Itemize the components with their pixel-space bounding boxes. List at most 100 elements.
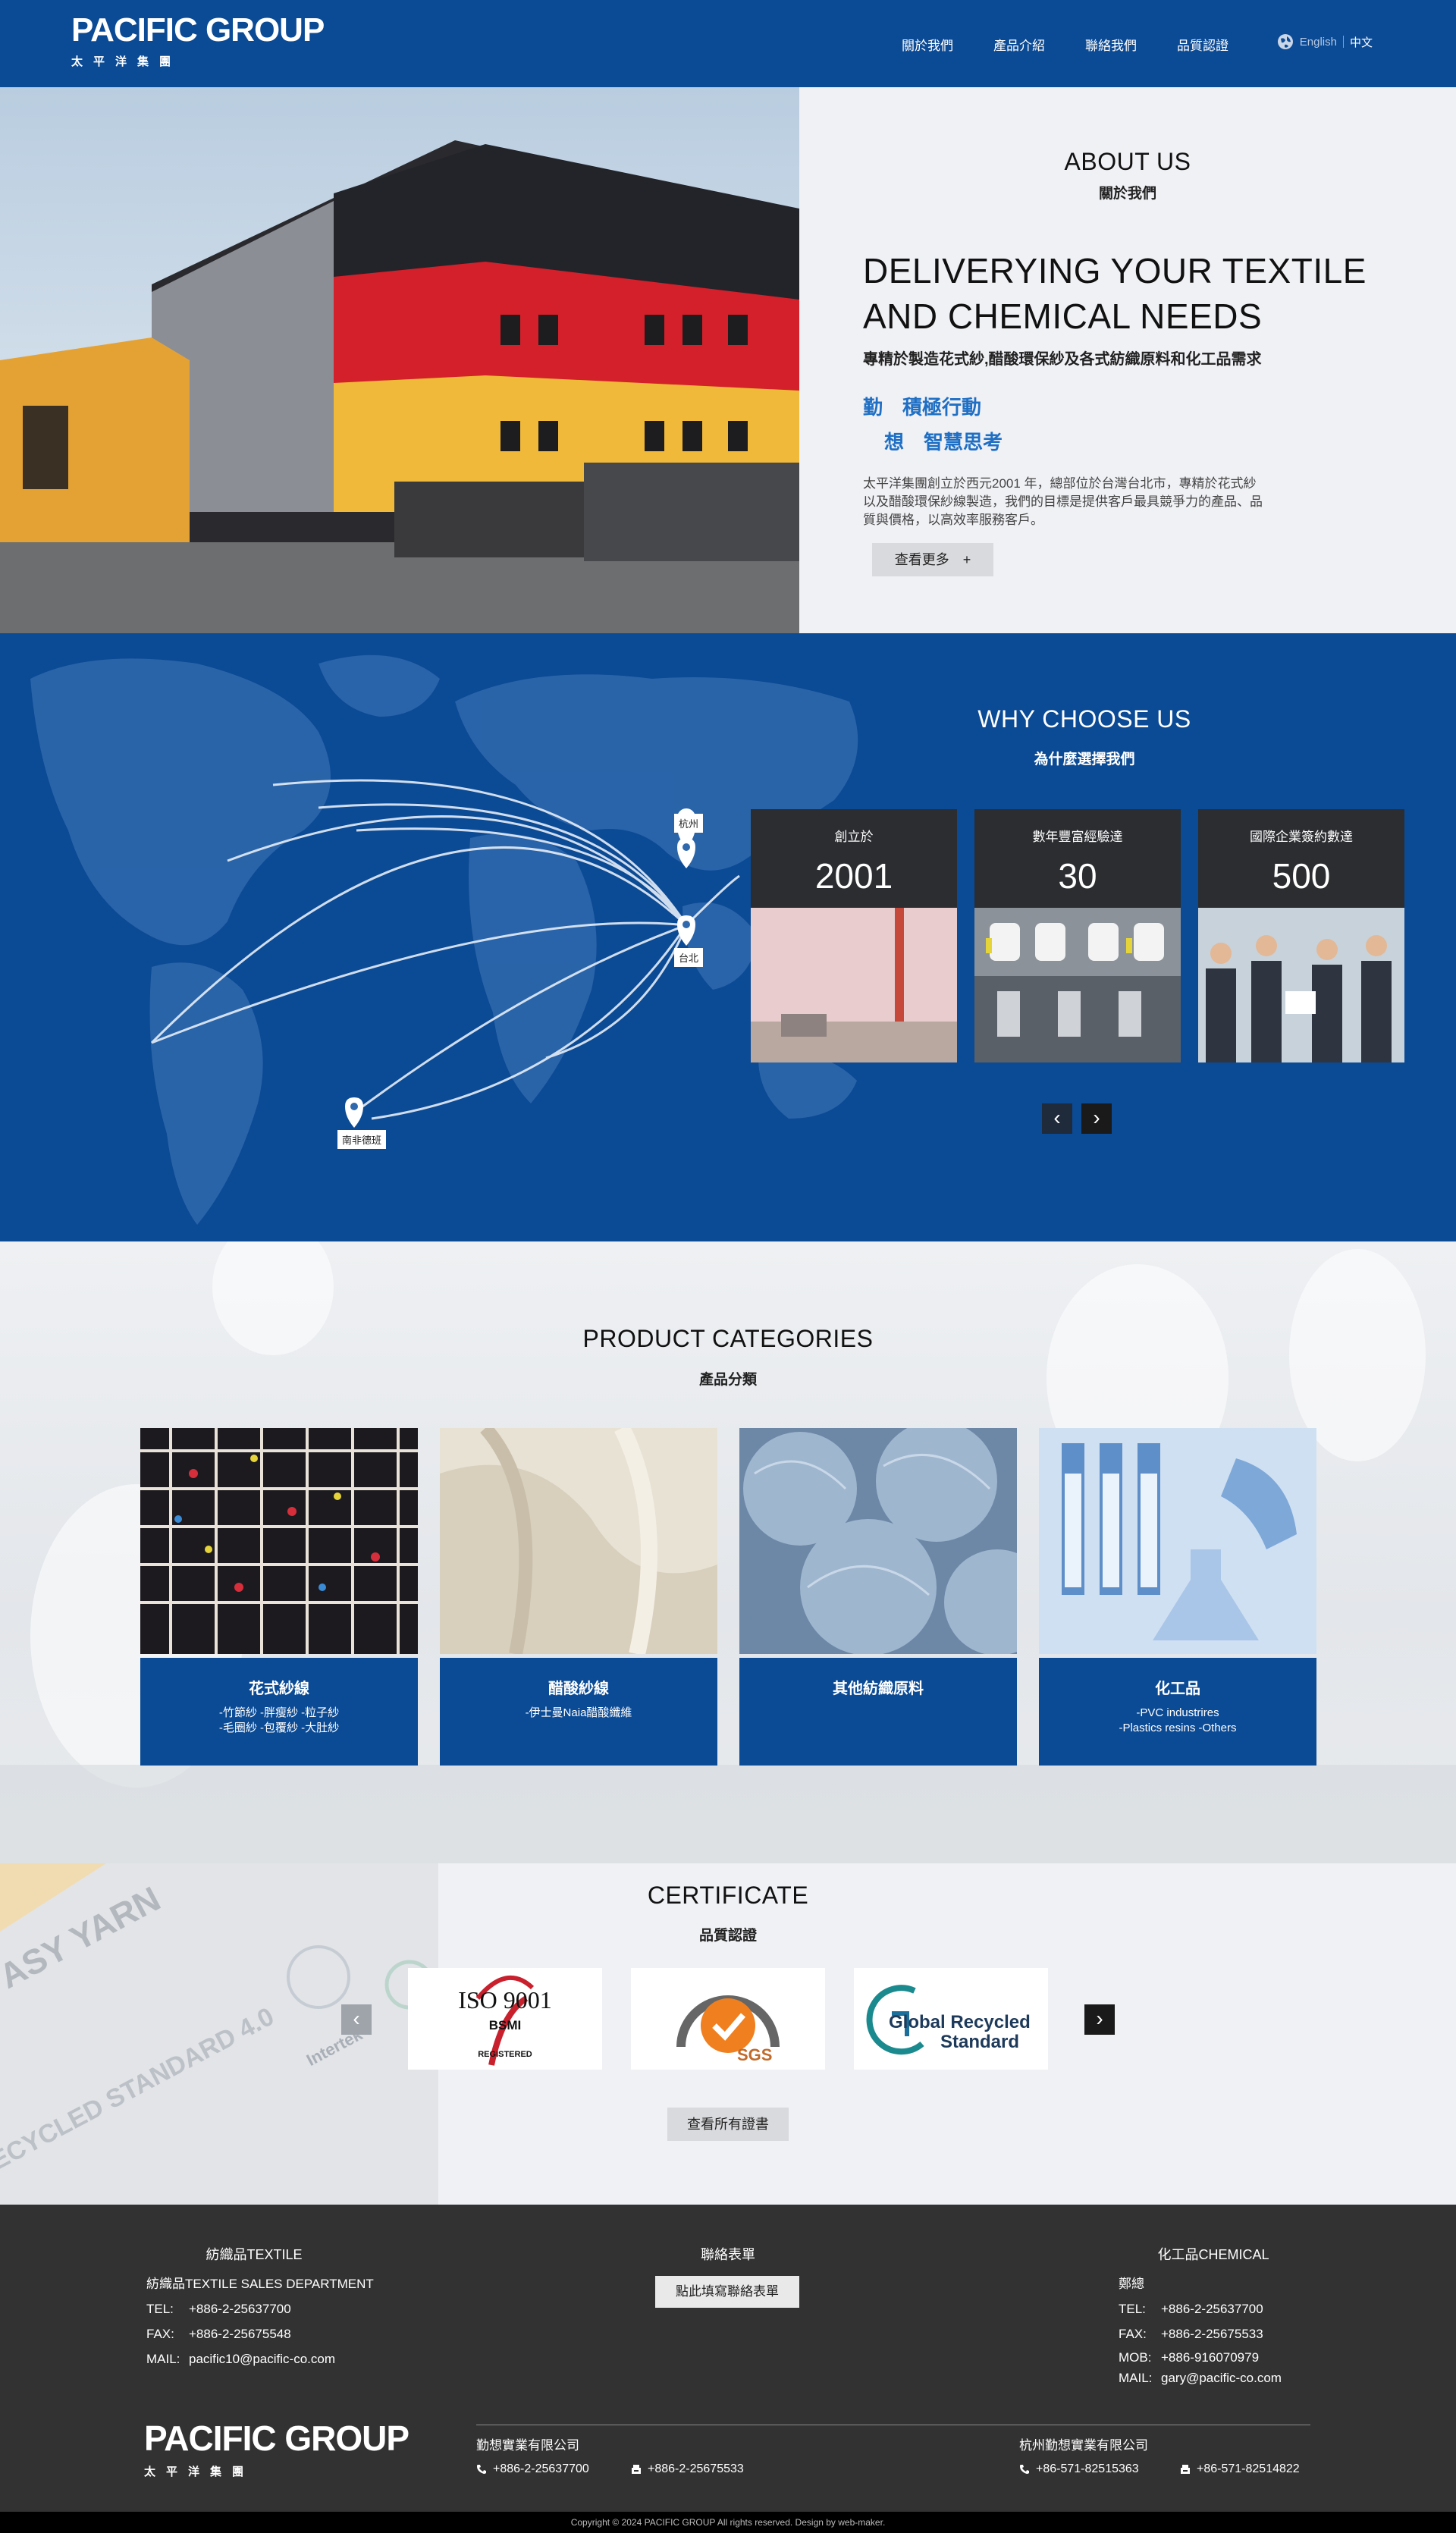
product-card-acetate-yarn[interactable]: 醋酸紗線 -伊士曼Naia醋酸纖維 xyxy=(440,1423,717,1766)
product-categories-section: PRODUCT CATEGORIES 產品分類 花式紗線 -竹節紗 -胖瘦紗 -… xyxy=(0,1241,1456,1863)
certificate-next-button[interactable]: › xyxy=(1084,2004,1115,2035)
company-2-phone[interactable]: +86-571-82515363 xyxy=(1036,2462,1139,2476)
product-desc: -竹節紗 -胖瘦紗 -粒子紗 -毛圈紗 -包覆紗 -大肚紗 xyxy=(140,1706,418,1736)
certificate-iso9001[interactable]: ISO 9001 BSMI REGISTERED xyxy=(408,1968,602,2070)
stat-card-experience: 數年豐富經驗達 30 xyxy=(974,809,1181,1062)
tel-key: TEL: xyxy=(1119,2302,1146,2316)
certificate-sgs[interactable]: SGS xyxy=(631,1968,825,2070)
grs-text-line-2: Standard xyxy=(940,2032,1020,2052)
main-nav: 關於我們 產品介紹 聯絡我們 品質認證 xyxy=(902,35,1228,54)
site-logo[interactable]: PACIFIC GROUP 太平洋集團 xyxy=(71,11,325,69)
lang-chinese[interactable]: 中文 xyxy=(1350,34,1373,50)
footer-logo[interactable]: PACIFIC GROUP 太平洋集團 xyxy=(144,2418,410,2479)
product-card-body: 花式紗線 -竹節紗 -胖瘦紗 -粒子紗 -毛圈紗 -包覆紗 -大肚紗 xyxy=(140,1658,418,1766)
acetate-fabric-image xyxy=(440,1423,717,1656)
stat-card-founded: 創立於 2001 xyxy=(751,809,957,1062)
company-1-fax-row: +886-2-25675533 xyxy=(631,2462,744,2476)
fax-key: FAX: xyxy=(1119,2327,1147,2341)
why-choose-us-section: 杭州 台北 南非德班 WHY CHOOSE US 為什麼選擇我們 創立於 200… xyxy=(0,633,1456,1241)
slogan-line-1: 勤 積極行動 xyxy=(863,396,982,419)
nav-item-about[interactable]: 關於我們 xyxy=(902,35,953,54)
business-team-photo xyxy=(1198,908,1404,1062)
certificate-background-image: ASY YARN RECYCLED STANDARD 4.0 Intertek xyxy=(0,1863,438,2205)
why-prev-button[interactable]: ‹ xyxy=(1042,1103,1072,1134)
footer-textile-info: 紡織品TEXTILE SALES DEPARTMENT TEL: +886-2-2… xyxy=(146,2271,374,2371)
company-2-phone-row: +86-571-82515363 xyxy=(1019,2462,1139,2476)
hero-factory-image xyxy=(0,87,799,633)
logo-text-en: PACIFIC GROUP xyxy=(71,11,325,49)
stat-value: 500 xyxy=(1272,856,1331,896)
product-desc-line-1: -竹節紗 -胖瘦紗 -粒子紗 xyxy=(218,1706,340,1719)
chemical-contact-name: 鄭總 xyxy=(1119,2277,1144,2291)
view-all-certificates-button[interactable]: 查看所有證書 xyxy=(667,2108,789,2141)
nav-item-products[interactable]: 產品介紹 xyxy=(993,35,1045,54)
nav-item-certificate[interactable]: 品質認證 xyxy=(1177,35,1228,54)
chemical-tel[interactable]: +886-2-25637700 xyxy=(1161,2302,1263,2316)
lang-divider xyxy=(1342,36,1344,48)
company-2-name: 杭州勤想實業有限公司 xyxy=(1019,2438,1148,2453)
company-1-phone[interactable]: +886-2-25637700 xyxy=(493,2462,589,2476)
product-name: 其他紡織原料 xyxy=(833,1681,924,1697)
sgs-logo xyxy=(676,1995,780,2053)
about-panel: ABOUT US 關於我們 DELIVERYING YOUR TEXTILE A… xyxy=(799,87,1456,633)
chemical-mail-row: MAIL: gary@pacific-co.com xyxy=(1119,2369,1282,2387)
bsmi-text: BSMI xyxy=(488,2018,522,2032)
footer-textile-title: 紡織品TEXTILE xyxy=(206,2247,303,2262)
product-desc: -伊士曼Naia醋酸纖維 xyxy=(440,1706,717,1721)
product-name: 花式紗線 xyxy=(249,1681,309,1697)
fax-key: FAX: xyxy=(146,2327,174,2341)
stat-label: 創立於 xyxy=(834,830,874,844)
product-desc: -PVC industrires -Plastics resins -Other… xyxy=(1039,1706,1316,1736)
why-next-button[interactable]: › xyxy=(1081,1103,1112,1134)
phone-icon xyxy=(477,2465,486,2474)
chemical-tel-row: TEL: +886-2-25637700 xyxy=(1119,2296,1282,2321)
product-card-chemicals[interactable]: 化工品 -PVC industrires -Plastics resins -O… xyxy=(1039,1428,1316,1766)
logo-text-cn: 太平洋集團 xyxy=(71,55,182,68)
about-headline: DELIVERYING YOUR TEXTILE AND CHEMICAL NE… xyxy=(863,248,1456,339)
fax-icon xyxy=(632,2465,641,2474)
textile-mail[interactable]: pacific10@pacific-co.com xyxy=(189,2352,335,2366)
footer-logo-text-cn: 太平洋集團 xyxy=(144,2466,255,2478)
textile-tel[interactable]: +886-2-25637700 xyxy=(189,2302,291,2316)
contact-form-button[interactable]: 點此填寫聯絡表單 xyxy=(655,2276,799,2308)
nav-item-contact[interactable]: 聯絡我們 xyxy=(1085,35,1137,54)
language-switcher: English 中文 xyxy=(1277,33,1373,50)
why-title: WHY CHOOSE US xyxy=(977,705,1191,733)
site-footer: 紡織品TEXTILE 紡織品TEXTILE SALES DEPARTMENT T… xyxy=(0,2205,1456,2512)
chemical-fax: +886-2-25675533 xyxy=(1161,2327,1263,2341)
certificate-title: CERTIFICATE xyxy=(647,1882,809,1909)
certificate-prev-button[interactable]: ‹ xyxy=(341,2004,372,2035)
spinning-machine-photo xyxy=(974,908,1181,1062)
pin-label-taipei: 台北 xyxy=(674,948,704,967)
stat-value: 2001 xyxy=(814,856,893,896)
mail-key: MAIL: xyxy=(1119,2371,1153,2385)
company-1-fax: +886-2-25675533 xyxy=(648,2462,744,2475)
footer-logo-text-en: PACIFIC GROUP xyxy=(144,2418,410,2458)
company-2-fax-row: +86-571-82514822 xyxy=(1180,2462,1300,2476)
certificate-grs[interactable]: Global Recycled Standard xyxy=(854,1968,1048,2070)
stat-label: 國際企業簽約數達 xyxy=(1250,830,1353,844)
product-card-other-textiles[interactable]: 其他紡織原料 xyxy=(739,1420,1050,1766)
chemical-mail[interactable]: gary@pacific-co.com xyxy=(1161,2371,1282,2385)
pin-label-durban: 南非德班 xyxy=(337,1130,387,1149)
lab-glassware-image xyxy=(1039,1428,1316,1654)
certificate-section: ASY YARN RECYCLED STANDARD 4.0 Intertek … xyxy=(0,1863,1456,2205)
mail-key: MAIL: xyxy=(146,2352,180,2366)
company-1-name: 勤想實業有限公司 xyxy=(476,2438,579,2453)
product-card-fancy-yarn[interactable]: 花式紗線 -竹節紗 -胖瘦紗 -粒子紗 -毛圈紗 -包覆紗 -大肚紗 xyxy=(140,1428,418,1766)
chemical-mob[interactable]: +886-916070979 xyxy=(1161,2350,1259,2365)
phone-icon xyxy=(1020,2465,1029,2474)
about-headline-line-1: DELIVERYING YOUR TEXTILE xyxy=(863,251,1367,290)
product-desc-line-1: -PVC industrires xyxy=(1136,1706,1219,1719)
lang-english[interactable]: English xyxy=(1300,36,1337,49)
textile-mail-row: MAIL: pacific10@pacific-co.com xyxy=(146,2346,374,2371)
registered-text: REGISTERED xyxy=(478,2050,532,2059)
factory-chimney-photo xyxy=(751,908,957,1062)
footer-form-title: 聯絡表單 xyxy=(701,2247,755,2262)
iso-text: ISO 9001 xyxy=(458,1986,552,2014)
yarn-balls-image xyxy=(739,1420,1050,1656)
about-more-button[interactable]: 查看更多 + xyxy=(872,543,993,576)
textile-department: 紡織品TEXTILE SALES DEPARTMENT xyxy=(146,2277,374,2291)
fancy-yarn-image xyxy=(140,1428,418,1654)
about-tagline: 專精於製造花式紗,醋酸環保紗及各式紡織原料和化工品需求 xyxy=(863,351,1262,368)
